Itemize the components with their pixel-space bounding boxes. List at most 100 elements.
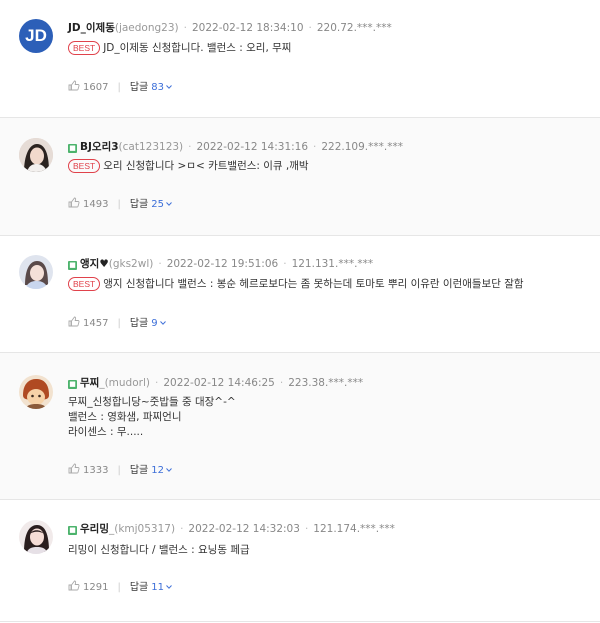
reply-label: 답글 bbox=[129, 582, 149, 593]
reply-count: 11 bbox=[151, 582, 164, 593]
user-id: _(mudorl) bbox=[99, 377, 150, 389]
ip-address: 121.174.***.*** bbox=[313, 523, 395, 535]
chevron-down-icon bbox=[159, 321, 166, 325]
nickname[interactable]: BJ오리3 bbox=[80, 141, 119, 153]
profile-photo bbox=[19, 375, 53, 409]
comment-item: ■ BJ오리3(cat123123) · 2022-02-12 14:31:16 · 22… bbox=[0, 118, 600, 236]
member-badge-icon: ■ bbox=[68, 526, 77, 535]
comment-body: BEST 오리 신청합니다 >ㅁ< 카트밸런스: 이큐 ,깨박 bbox=[68, 159, 309, 174]
separator: | bbox=[117, 318, 121, 329]
comment-body: BEST 앵지 신청합니다 밸런스 : 봉순 헤르로보다는 좀 못하는데 토마토 … bbox=[68, 277, 524, 292]
like-count: 1291 bbox=[83, 582, 109, 593]
ip-address: 121.131.***.*** bbox=[291, 258, 374, 270]
separator-dot: · bbox=[304, 523, 309, 535]
comment-item: ■ 앵지♥(gks2wl) · 2022-02-12 19:51:06 · 121.131… bbox=[0, 236, 600, 353]
separator-dot: · bbox=[183, 22, 187, 34]
comment-meta: ■ 우리밍_(kmj05317) · 2022-02-12 14:32:03 · 121.… bbox=[68, 521, 395, 536]
thumbs-up-icon bbox=[68, 463, 80, 474]
separator-dot: · bbox=[158, 258, 162, 270]
timestamp: 2022-02-12 14:32:03 bbox=[188, 523, 300, 535]
thumbs-up-icon bbox=[68, 316, 80, 327]
like-button[interactable]: 1333 bbox=[68, 463, 109, 476]
user-id: (jaedong23) bbox=[114, 22, 179, 34]
comment-text: JD_이제동 신청합니다. 밸런스 : 오리, 무찌 bbox=[103, 42, 292, 54]
comment-meta: ■ 앵지♥(gks2wl) · 2022-02-12 19:51:06 · 121.131… bbox=[68, 256, 373, 271]
user-id: (cat123123) bbox=[118, 141, 184, 153]
separator: | bbox=[117, 582, 121, 593]
like-button[interactable]: 1457 bbox=[68, 316, 109, 329]
timestamp: 2022-02-12 19:51:06 bbox=[166, 258, 279, 270]
nickname[interactable]: 우리밍 bbox=[80, 523, 109, 535]
separator-dot: · bbox=[308, 22, 312, 34]
reply-toggle[interactable]: 답글 11 bbox=[130, 582, 172, 593]
separator-dot: · bbox=[279, 377, 284, 389]
reply-count: 12 bbox=[151, 465, 164, 476]
reply-toggle[interactable]: 답글 25 bbox=[130, 199, 172, 210]
separator-dot: · bbox=[313, 141, 317, 153]
comment-actions: 1607 | 답글 83 bbox=[68, 78, 172, 93]
separator: | bbox=[117, 82, 121, 93]
comment-actions: 1333 | 답글 12 bbox=[68, 461, 172, 476]
comment-body: BEST JD_이제동 신청합니다. 밸런스 : 오리, 무찌 bbox=[68, 41, 291, 56]
separator-dot: · bbox=[180, 523, 184, 535]
reply-label: 답글 bbox=[129, 199, 149, 210]
separator-dot: · bbox=[283, 258, 287, 270]
avatar[interactable] bbox=[19, 255, 53, 289]
reply-label: 답글 bbox=[129, 465, 149, 476]
reply-label: 답글 bbox=[129, 318, 149, 329]
like-count: 1333 bbox=[83, 465, 109, 476]
ip-address: 222.109.***.*** bbox=[321, 141, 403, 153]
thumbs-up-icon bbox=[68, 80, 80, 91]
timestamp: 2022-02-12 18:34:10 bbox=[191, 22, 304, 34]
avatar[interactable] bbox=[19, 375, 53, 409]
reply-count: 83 bbox=[151, 82, 164, 93]
reply-toggle[interactable]: 답글 9 bbox=[130, 318, 166, 329]
reply-count: 9 bbox=[151, 318, 158, 329]
comment-text: 앵지 신청합니다 밸런스 : 봉순 헤르로보다는 좀 못하는데 토마토 뿌리 이… bbox=[103, 278, 524, 290]
chevron-down-icon bbox=[166, 468, 172, 472]
like-button[interactable]: 1607 bbox=[68, 80, 108, 93]
like-button[interactable]: 1493 bbox=[68, 197, 108, 210]
timestamp: 2022-02-12 14:31:16 bbox=[196, 141, 309, 153]
comment-item: ■ 무찌_(mudorl) · 2022-02-12 14:46:25 · 223.38.… bbox=[0, 353, 600, 500]
avatar[interactable]: JD bbox=[19, 19, 53, 53]
thumbs-up-icon bbox=[68, 580, 80, 591]
comment-text-line: 무찌_신청합니당~줏밥들 중 대장^-^ bbox=[68, 396, 236, 408]
comment-text-line: 밸런스 : 영화샘, 파찌언니 bbox=[68, 411, 182, 423]
comment-meta: JD_이제동(jaedong23) · 2022-02-12 18:34:10 · 22… bbox=[68, 20, 392, 35]
ip-address: 223.38.***.*** bbox=[288, 377, 364, 389]
reply-toggle[interactable]: 답글 83 bbox=[130, 82, 172, 93]
best-badge: BEST bbox=[68, 41, 101, 55]
comment-body: 무찌_신청합니당~줏밥들 중 대장^-^ 밸런스 : 영화샘, 파찌언니 라이센… bbox=[68, 395, 236, 440]
comment-actions: 1493 | 답글 25 bbox=[68, 195, 172, 210]
comment-actions: 1291 | 답글 11 bbox=[68, 578, 172, 593]
profile-photo bbox=[19, 520, 53, 554]
member-badge-icon: ■ bbox=[68, 144, 77, 153]
comment-meta: ■ 무찌_(mudorl) · 2022-02-12 14:46:25 · 223.38.… bbox=[68, 375, 363, 390]
nickname[interactable]: JD_이제동 bbox=[68, 22, 115, 34]
like-button[interactable]: 1291 bbox=[68, 580, 109, 593]
chevron-down-icon bbox=[166, 202, 172, 206]
separator-dot: · bbox=[188, 141, 192, 153]
avatar[interactable] bbox=[19, 520, 53, 554]
chevron-down-icon bbox=[166, 585, 172, 589]
comment-meta: ■ BJ오리3(cat123123) · 2022-02-12 14:31:16 · 22… bbox=[68, 139, 403, 154]
comment-item: ■ 우리밍_(kmj05317) · 2022-02-12 14:32:03 · 121.… bbox=[0, 500, 600, 622]
separator: | bbox=[117, 199, 121, 210]
reply-toggle[interactable]: 답글 12 bbox=[130, 465, 172, 476]
reply-label: 답글 bbox=[129, 82, 149, 93]
nickname[interactable]: 무찌 bbox=[80, 377, 99, 389]
separator: | bbox=[117, 465, 121, 476]
comment-text: 리밍이 신청합니다 / 밸런스 : 요닝동 페급 bbox=[68, 544, 250, 556]
best-badge: BEST bbox=[68, 277, 101, 291]
separator-dot: · bbox=[154, 377, 159, 389]
best-badge: BEST bbox=[68, 159, 101, 173]
nickname[interactable]: 앵지♥ bbox=[80, 258, 109, 270]
profile-photo bbox=[19, 138, 53, 172]
user-id: (gks2wl) bbox=[108, 258, 154, 270]
reply-count: 25 bbox=[151, 199, 164, 210]
comment-text-line: 라이센스 : 무..... bbox=[68, 426, 144, 438]
like-count: 1457 bbox=[83, 318, 109, 329]
avatar[interactable] bbox=[19, 138, 53, 172]
ip-address: 220.72.***.*** bbox=[316, 22, 392, 34]
